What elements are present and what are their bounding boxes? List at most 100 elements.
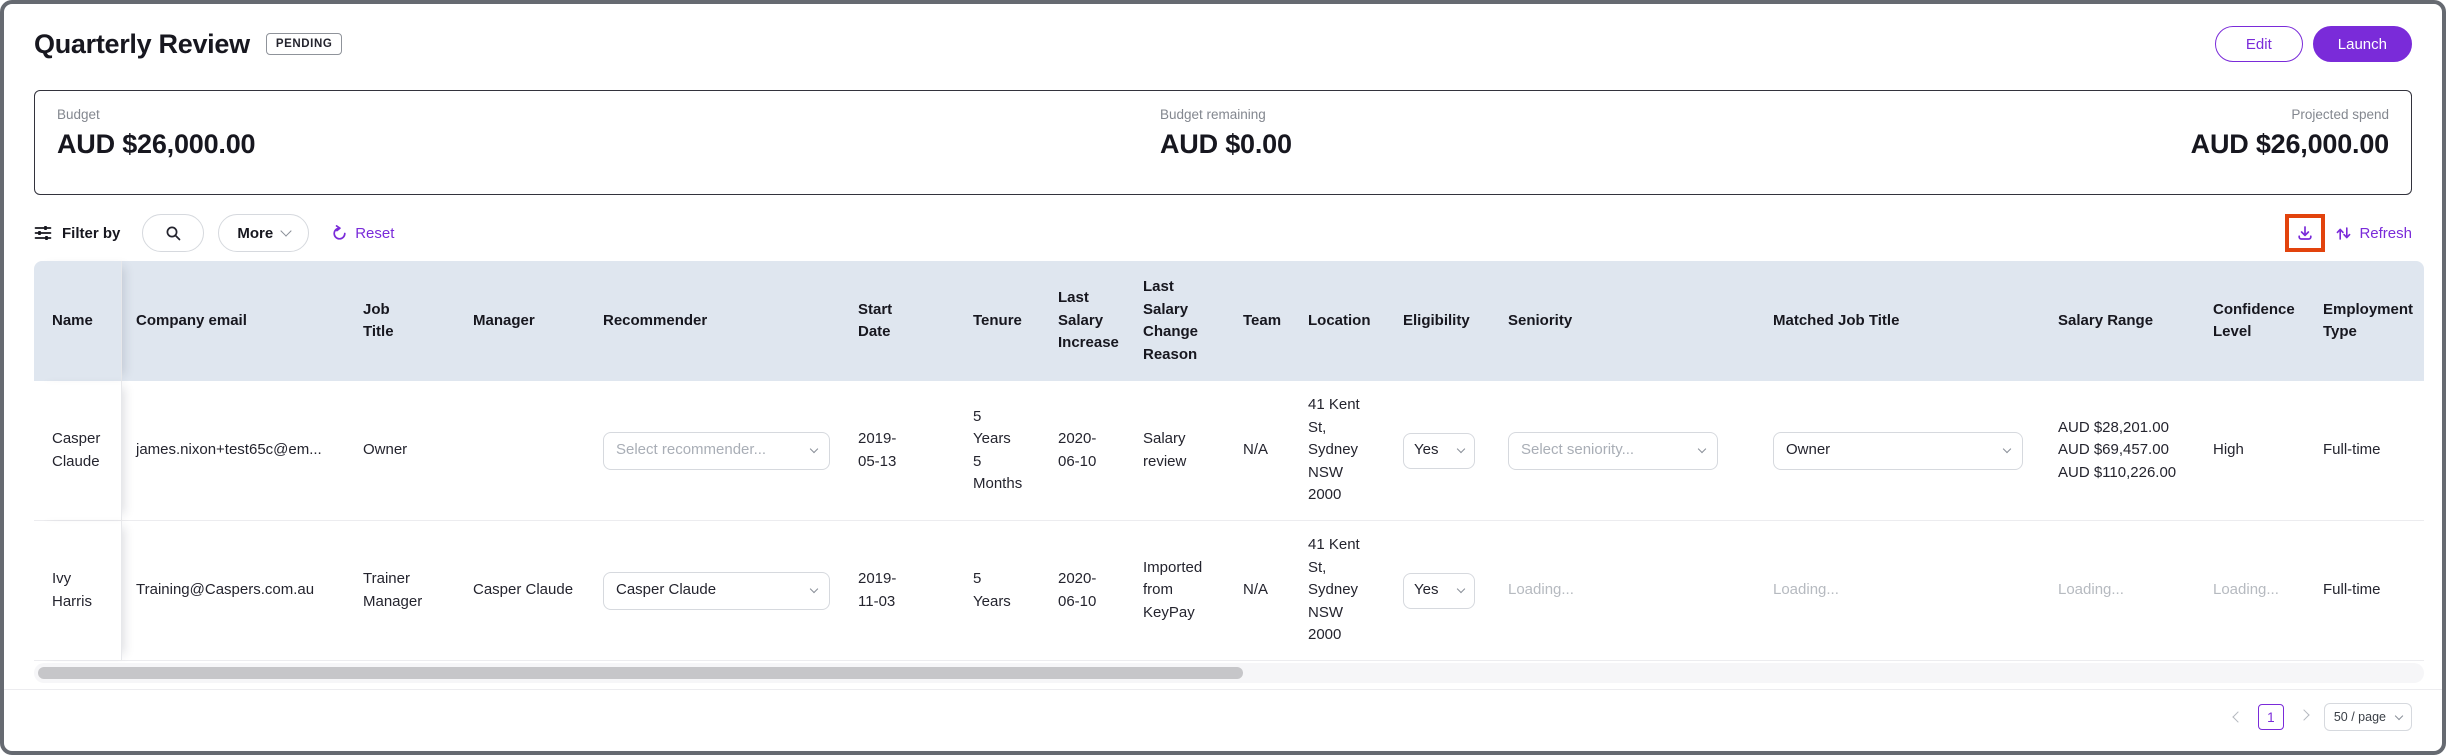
chevron-down-icon: [2395, 711, 2403, 719]
budget-value: AUD $26,000.00: [57, 129, 255, 160]
cell-job-title: Owner: [349, 381, 459, 520]
magnifier-icon: [165, 225, 182, 242]
chevron-down-icon: [810, 585, 818, 593]
table-header-row: Name Company email Job Title Manager Rec…: [34, 261, 2424, 381]
recommender-select[interactable]: Casper Claude: [603, 572, 830, 610]
page-header: Quarterly Review PENDING Edit Launch: [4, 4, 2442, 62]
filter-by-label: Filter by: [62, 225, 120, 242]
employee-table: Name Company email Job Title Manager Rec…: [34, 261, 2424, 661]
cell-salary-range: AUD $28,201.00 AUD $69,457.00 AUD $110,2…: [2044, 381, 2199, 520]
column-header-job-title: Job Title: [349, 261, 459, 381]
cell-name: Ivy Harris: [34, 521, 122, 660]
column-header-team: Team: [1229, 261, 1294, 381]
swap-arrows-icon: [2335, 225, 2352, 242]
projected-spend-stat: Projected spend AUD $26,000.00: [2191, 107, 2389, 178]
column-header-confidence-level: Confidence Level: [2199, 261, 2309, 381]
cell-salary-range-loading: Loading...: [2044, 521, 2199, 660]
column-header-eligibility: Eligibility: [1389, 261, 1494, 381]
budget-remaining-value: AUD $0.00: [1160, 129, 1292, 160]
scrollbar-thumb[interactable]: [38, 667, 1243, 679]
column-header-salary-range: Salary Range: [2044, 261, 2199, 381]
horizontal-scrollbar[interactable]: [34, 663, 2424, 683]
edit-button[interactable]: Edit: [2215, 26, 2303, 62]
eligibility-select[interactable]: Yes: [1403, 573, 1475, 609]
column-header-last-salary-increase: Last Salary Increase: [1044, 261, 1129, 381]
divider: [4, 689, 2442, 690]
cell-location: 41 Kent St, Sydney NSW 2000: [1294, 381, 1389, 520]
seniority-select[interactable]: Select seniority...: [1508, 432, 1718, 470]
cell-last-salary-change-reason: Salary review: [1129, 381, 1229, 520]
table-row-ivy-harris: Ivy Harris Training@Caspers.com.au Train…: [34, 521, 2424, 661]
column-header-recommender: Recommender: [589, 261, 844, 381]
cell-tenure: 5 Years: [959, 521, 1044, 660]
column-header-tenure: Tenure: [959, 261, 1044, 381]
cell-employment-type: Full-time: [2309, 521, 2424, 660]
prev-page-button[interactable]: [2230, 709, 2246, 725]
recommender-select[interactable]: Select recommender...: [603, 432, 830, 470]
budget-stat: Budget AUD $26,000.00: [57, 107, 255, 178]
launch-button[interactable]: Launch: [2313, 26, 2412, 62]
download-button[interactable]: [2289, 218, 2321, 248]
column-header-last-salary-change-reason: Last Salary Change Reason: [1129, 261, 1229, 381]
cell-last-salary-increase: 2020-06-10: [1044, 521, 1129, 660]
pagination: 1 50 / page: [4, 702, 2412, 732]
reset-button[interactable]: Reset: [331, 225, 394, 242]
budget-remaining-label: Budget remaining: [1160, 107, 1292, 122]
cell-recommender: Select recommender...: [589, 381, 844, 520]
column-header-matched-job-title: Matched Job Title: [1759, 261, 2044, 381]
page-size-value: 50 / page: [2334, 710, 2386, 724]
cell-matched-job-title-loading: Loading...: [1759, 521, 2044, 660]
cell-matched-job-title: Owner: [1759, 381, 2044, 520]
refresh-button-label: Refresh: [2359, 225, 2412, 242]
search-button[interactable]: [142, 214, 204, 252]
column-header-seniority: Seniority: [1494, 261, 1759, 381]
refresh-button[interactable]: Refresh: [2335, 225, 2412, 242]
download-icon: [2296, 224, 2314, 242]
cell-team: N/A: [1229, 381, 1294, 520]
quarterly-review-page: Quarterly Review PENDING Edit Launch Bud…: [0, 0, 2446, 755]
cell-start-date: 2019-05-13: [844, 381, 959, 520]
cell-manager: [459, 381, 589, 520]
chevron-down-icon: [1698, 445, 1706, 453]
cell-seniority: Select seniority...: [1494, 381, 1759, 520]
chevron-down-icon: [1457, 445, 1465, 453]
projected-spend-value: AUD $26,000.00: [2191, 129, 2389, 160]
column-header-name: Name: [34, 261, 122, 381]
cell-confidence-level-loading: Loading...: [2199, 521, 2309, 660]
cell-team: N/A: [1229, 521, 1294, 660]
column-header-location: Location: [1294, 261, 1389, 381]
cell-tenure: 5 Years 5 Months: [959, 381, 1044, 520]
next-page-button[interactable]: [2296, 709, 2312, 725]
projected-spend-label: Projected spend: [2191, 107, 2389, 122]
page-number[interactable]: 1: [2258, 704, 2284, 730]
cell-confidence-level: High: [2199, 381, 2309, 520]
matched-job-title-select[interactable]: Owner: [1773, 432, 2023, 470]
cell-name: Casper Claude: [34, 381, 122, 520]
filter-by: Filter by: [34, 224, 120, 242]
budget-remaining-stat: Budget remaining AUD $0.00: [1160, 107, 1292, 160]
cell-location: 41 Kent St, Sydney NSW 2000: [1294, 521, 1389, 660]
eligibility-select[interactable]: Yes: [1403, 433, 1475, 469]
cell-manager: Casper Claude: [459, 521, 589, 660]
sliders-icon: [34, 224, 52, 242]
cell-recommender: Casper Claude: [589, 521, 844, 660]
cell-last-salary-change-reason: Imported from KeyPay: [1129, 521, 1229, 660]
column-header-employment-type: Employment Type: [2309, 261, 2424, 381]
status-badge: PENDING: [266, 33, 343, 55]
column-header-start-date: Start Date: [844, 261, 959, 381]
column-header-company-email: Company email: [122, 261, 349, 381]
cell-job-title: Trainer Manager: [349, 521, 459, 660]
budget-summary-card: Budget AUD $26,000.00 Budget remaining A…: [34, 90, 2412, 195]
cell-employment-type: Full-time: [2309, 381, 2424, 520]
cell-company-email: james.nixon+test65c@em...: [122, 381, 349, 520]
chevron-down-icon: [810, 445, 818, 453]
chevron-down-icon: [281, 225, 292, 236]
page-size-select[interactable]: 50 / page: [2324, 703, 2412, 731]
filter-toolbar: Filter by More Reset: [34, 213, 2412, 253]
annotation-highlight-box: [2285, 214, 2325, 252]
chevron-down-icon: [1457, 585, 1465, 593]
more-button[interactable]: More: [218, 214, 309, 252]
cell-eligibility: Yes: [1389, 521, 1494, 660]
column-header-manager: Manager: [459, 261, 589, 381]
cell-start-date: 2019-11-03: [844, 521, 959, 660]
